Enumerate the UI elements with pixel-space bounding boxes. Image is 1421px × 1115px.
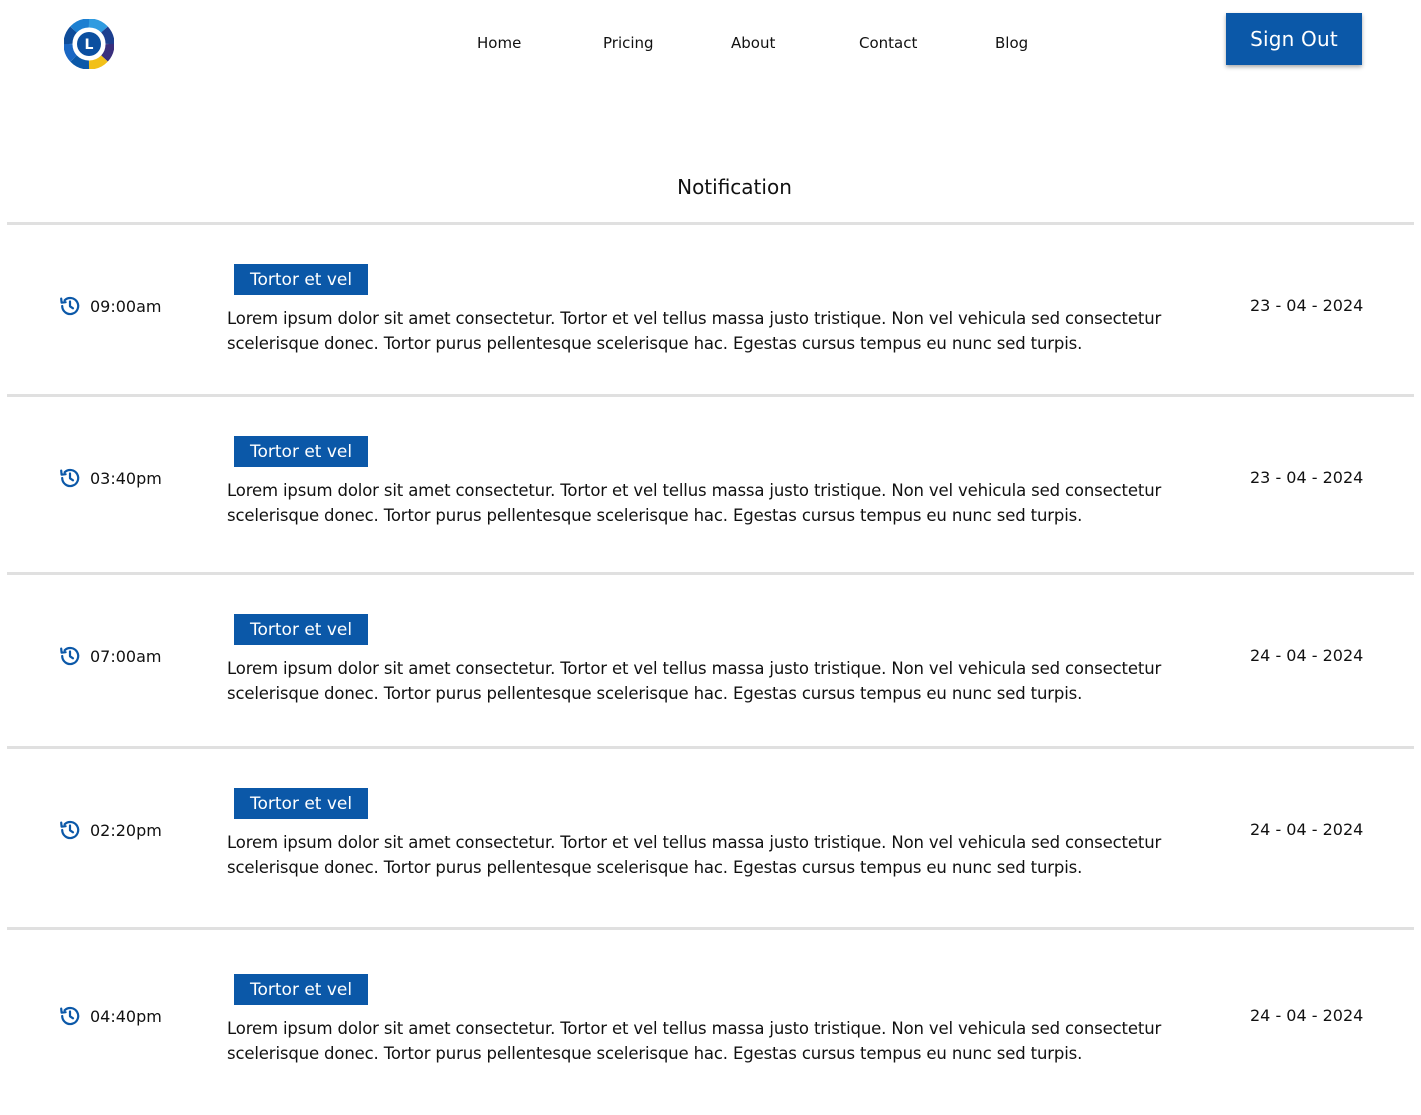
row-divider (7, 927, 1414, 930)
notification-time: 04:40pm (58, 1004, 162, 1028)
nav-about[interactable]: About (731, 34, 775, 52)
logo-icon: L (64, 19, 114, 69)
notification-date: 23 - 04 - 2024 (1250, 468, 1364, 487)
notification-message: Lorem ipsum dolor sit amet consectetur. … (227, 481, 1162, 525)
time-label: 02:20pm (90, 820, 162, 840)
notification-date: 24 - 04 - 2024 (1250, 820, 1364, 839)
history-clock-icon (60, 296, 80, 316)
time-label: 03:40pm (90, 468, 162, 488)
notification-tag[interactable]: Tortor et vel (234, 788, 369, 819)
row-divider (7, 394, 1414, 397)
site-header: L Home Pricing About Contact Blog Sign O… (0, 0, 1421, 90)
sign-out-button[interactable]: Sign Out (1226, 13, 1362, 65)
history-clock-icon (60, 646, 80, 666)
notification-time: 02:20pm (58, 818, 162, 842)
notification-message: Lorem ipsum dolor sit amet consectetur. … (227, 309, 1162, 353)
notification-time: 09:00am (58, 294, 162, 318)
notification-message: Lorem ipsum dolor sit amet consectetur. … (227, 833, 1162, 877)
history-clock-icon (60, 1006, 80, 1026)
logo-letter: L (85, 37, 94, 53)
time-label: 07:00am (90, 646, 162, 666)
history-clock-icon (60, 820, 80, 840)
nav-pricing[interactable]: Pricing (603, 34, 654, 52)
notification-time: 07:00am (58, 644, 162, 668)
nav-home[interactable]: Home (477, 34, 521, 52)
nav-blog[interactable]: Blog (995, 34, 1028, 52)
notification-tag[interactable]: Tortor et vel (234, 264, 369, 295)
notification-date: 23 - 04 - 2024 (1250, 296, 1364, 315)
notification-date: 24 - 04 - 2024 (1250, 646, 1364, 665)
time-label: 09:00am (90, 296, 162, 316)
notification-tag[interactable]: Tortor et vel (234, 614, 369, 645)
row-divider (7, 222, 1414, 225)
notification-time: 03:40pm (58, 466, 162, 490)
brand-logo[interactable]: L (64, 19, 114, 69)
row-divider (7, 746, 1414, 749)
nav-contact[interactable]: Contact (859, 34, 917, 52)
notification-tag[interactable]: Tortor et vel (234, 974, 369, 1005)
time-label: 04:40pm (90, 1006, 162, 1026)
notification-tag[interactable]: Tortor et vel (234, 436, 369, 467)
page-title: Notification (677, 175, 792, 199)
notification-message: Lorem ipsum dolor sit amet consectetur. … (227, 1019, 1162, 1063)
row-divider (7, 572, 1414, 575)
history-clock-icon (60, 468, 80, 488)
notification-date: 24 - 04 - 2024 (1250, 1006, 1364, 1025)
notification-message: Lorem ipsum dolor sit amet consectetur. … (227, 659, 1162, 703)
